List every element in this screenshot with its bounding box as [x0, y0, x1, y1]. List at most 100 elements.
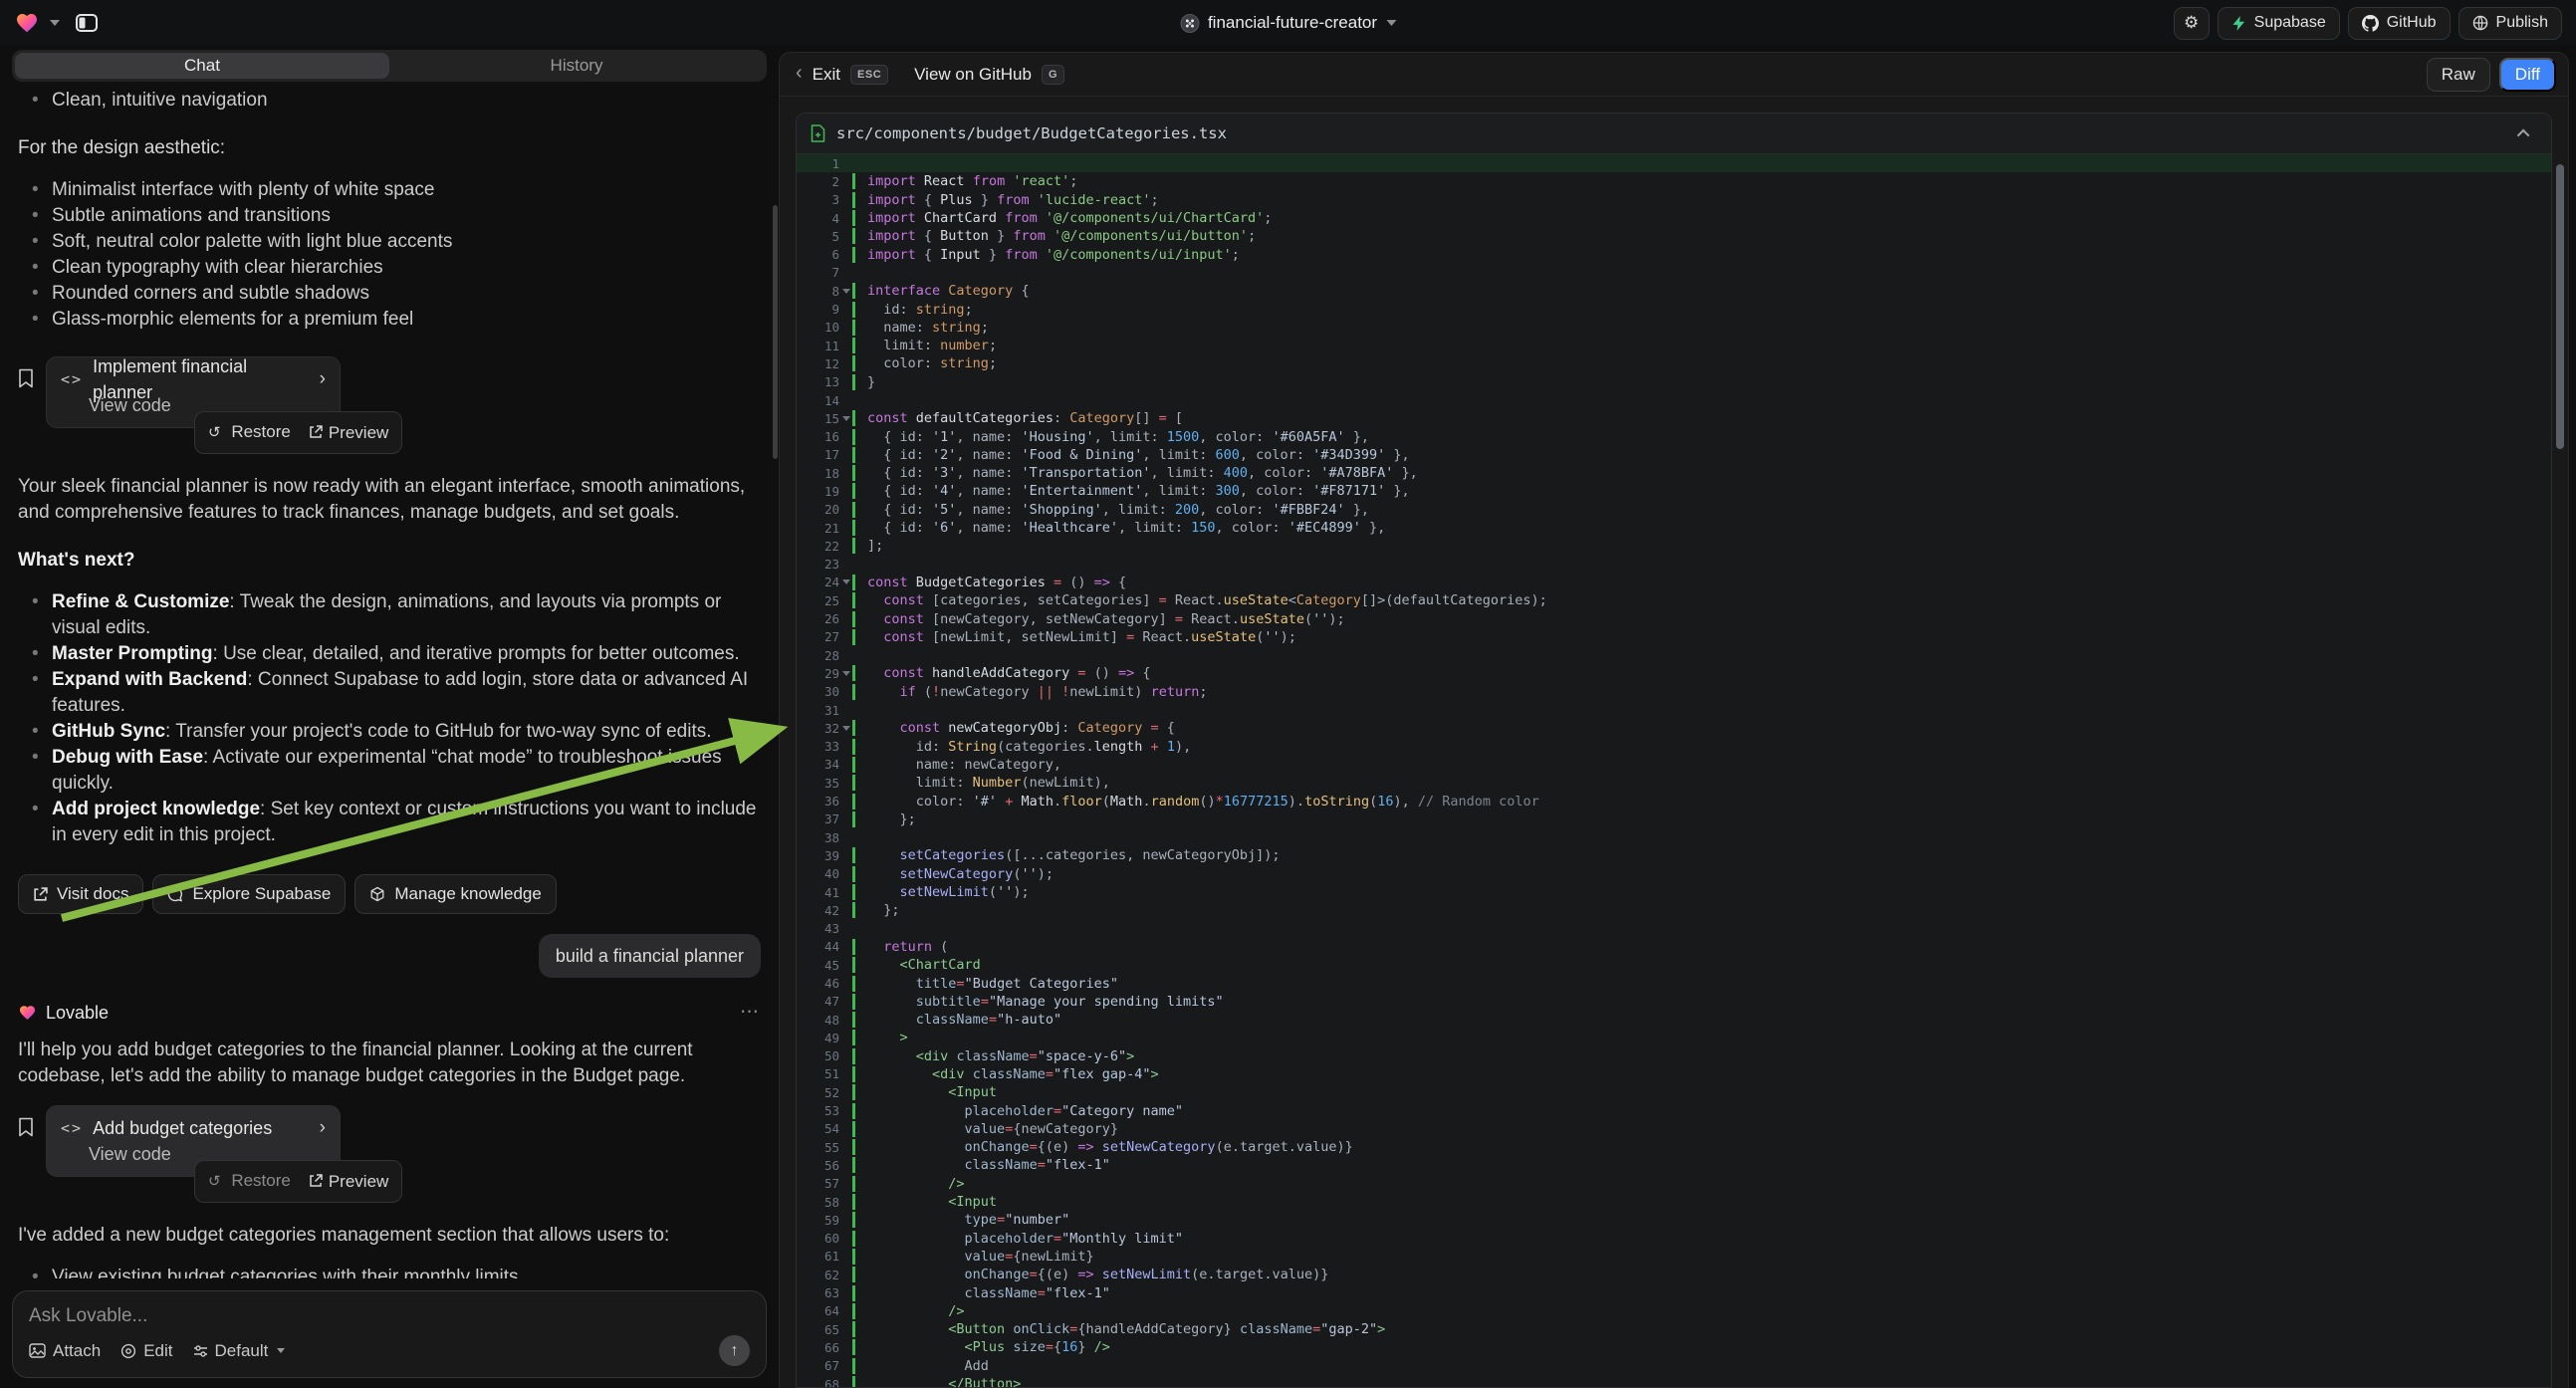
lovable-heart-icon [18, 1004, 37, 1022]
collapse-file-button[interactable] [2511, 120, 2537, 146]
assistant-bullet-list: Clean, intuitive navigation [18, 88, 761, 114]
github-button[interactable]: GitHub [2348, 7, 2451, 40]
list-item: Expand with Backend: Connect Supabase to… [18, 667, 761, 719]
code-line: 36 color: '#' + Math.floor(Math.random()… [797, 792, 2551, 810]
version-card-add-budget-categories[interactable]: <> Add budget categories › View code ↺ R… [46, 1105, 341, 1177]
edit-button[interactable]: Edit [120, 1341, 172, 1361]
target-icon [120, 1343, 136, 1359]
raw-tab[interactable]: Raw [2427, 58, 2490, 92]
github-icon [2362, 15, 2379, 32]
tab-history[interactable]: History [389, 53, 764, 79]
project-icon [1180, 14, 1199, 33]
restore-button[interactable]: ↺ Restore [208, 419, 291, 446]
code-line: 16 { id: '1', name: 'Housing', limit: 15… [797, 427, 2551, 445]
code-line: 38 [797, 828, 2551, 846]
model-selector[interactable]: Default [193, 1341, 286, 1361]
list-item: Rounded corners and subtle shadows [18, 281, 761, 307]
sidebar-toggle-button[interactable] [70, 7, 104, 39]
code-line: 60 placeholder="Monthly limit" [797, 1230, 2551, 1248]
chevron-up-icon [2516, 128, 2529, 141]
code-line: 3import { Plus } from 'lucide-react'; [797, 191, 2551, 209]
code-line: 19 { id: '4', name: 'Entertainment', lim… [797, 482, 2551, 500]
code-line: 8interface Category { [797, 282, 2551, 300]
chevron-right-icon: › [320, 1115, 326, 1141]
code-line: 17 { id: '2', name: 'Food & Dining', lim… [797, 446, 2551, 464]
code-line: 4import ChartCard from '@/components/ui/… [797, 209, 2551, 227]
code-view-panel: ‹ Exit esc View on GitHub G Raw Diff src… [779, 52, 2569, 1388]
message-menu-icon[interactable]: ⋯ [740, 1000, 761, 1026]
chat-scrollbar[interactable] [773, 205, 778, 459]
file-header[interactable]: src/components/budget/BudgetCategories.t… [797, 114, 2551, 154]
manage-knowledge-button[interactable]: Manage knowledge [354, 874, 556, 914]
settings-button[interactable]: ⚙ [2174, 7, 2210, 40]
chevron-left-icon[interactable]: ‹ [796, 62, 803, 85]
app-root: financial-future-creator ⚙ Supabase GitH… [0, 0, 2576, 1388]
code-line: 49 > [797, 1029, 2551, 1046]
tab-chat[interactable]: Chat [15, 53, 389, 79]
code-line: 9 id: string; [797, 300, 2551, 318]
code-line: 46 title="Budget Categories" [797, 974, 2551, 992]
supabase-button[interactable]: Supabase [2218, 7, 2340, 40]
code-line: 37 }; [797, 810, 2551, 828]
code-line: 62 onChange={(e) => setNewLimit(e.target… [797, 1266, 2551, 1283]
exit-button[interactable]: Exit [813, 65, 840, 85]
code-line: 44 return ( [797, 938, 2551, 956]
send-button[interactable]: ↑ [719, 1335, 750, 1366]
code-line: 18 { id: '3', name: 'Transportation', li… [797, 464, 2551, 482]
attach-button[interactable]: Attach [29, 1341, 101, 1361]
code-line: 47 subtitle="Manage your spending limits… [797, 993, 2551, 1011]
list-item: Soft, neutral color palette with light b… [18, 229, 761, 255]
chat-panel: Chat History Clean, intuitive navigation… [0, 46, 779, 1388]
visit-docs-button[interactable]: Visit docs [18, 874, 143, 914]
bookmark-icon[interactable] [18, 368, 34, 388]
version-actions: ↺ Restore Preview [194, 411, 402, 454]
chat-input[interactable]: Ask Lovable... [29, 1305, 750, 1327]
code-line: 27 const [newLimit, setNewLimit] = React… [797, 628, 2551, 646]
list-item: Subtle animations and transitions [18, 203, 761, 229]
code-line: 67 Add [797, 1357, 2551, 1375]
topbar: financial-future-creator ⚙ Supabase GitH… [0, 0, 2576, 46]
code-line: 53 placeholder="Category name" [797, 1101, 2551, 1119]
project-switcher[interactable]: financial-future-creator [1180, 0, 1396, 46]
code-line: 63 className="flex-1" [797, 1283, 2551, 1301]
diff-tab[interactable]: Diff [2499, 58, 2556, 92]
code-line: 7 [797, 264, 2551, 282]
code-line: 66 <Plus size={16} /> [797, 1338, 2551, 1356]
list-item: Master Prompting: Use clear, detailed, a… [18, 641, 761, 667]
publish-button[interactable]: Publish [2459, 7, 2562, 40]
code-line: 23 [797, 556, 2551, 574]
bookmark-icon[interactable] [18, 1117, 34, 1137]
code-line: 10 name: string; [797, 319, 2551, 337]
added-file-icon [811, 124, 825, 142]
code-scrollbar[interactable] [2556, 164, 2564, 449]
assistant-intro: I'll help you add budget categories to t… [18, 1038, 761, 1089]
version-card-title: Add budget categories [93, 1115, 272, 1141]
assistant-quick-actions: Visit docs Explore Supabase Manage knowl… [18, 874, 761, 914]
lovable-logo-icon[interactable] [14, 11, 40, 35]
code-line: 24const BudgetCategories = () => { [797, 574, 2551, 591]
fold-chevron-icon [842, 671, 850, 676]
code-view-header: ‹ Exit esc View on GitHub G Raw Diff [780, 53, 2568, 97]
knowledge-box-icon [369, 886, 385, 902]
preview-button[interactable]: Preview [309, 1169, 388, 1195]
code-icon: <> [61, 1115, 83, 1141]
code-line: 29 const handleAddCategory = () => { [797, 664, 2551, 682]
code-line: 20 { id: '5', name: 'Shopping', limit: 2… [797, 501, 2551, 519]
preview-button[interactable]: Preview [309, 420, 388, 446]
chat-messages[interactable]: Clean, intuitive navigation For the desi… [12, 82, 767, 1278]
version-card-implement-financial-planner[interactable]: <> Implement financial planner › View co… [46, 356, 341, 428]
code-line: 34 name: newCategory, [797, 756, 2551, 774]
view-on-github-button[interactable]: View on GitHub [914, 65, 1032, 85]
restore-button[interactable]: ↺ Restore [208, 1168, 291, 1195]
code-line: 28 [797, 646, 2551, 664]
list-item: Glass-morphic elements for a premium fee… [18, 307, 761, 333]
code-editor[interactable]: 12import React from 'react';3import { Pl… [797, 154, 2551, 1387]
g-key-badge: G [1042, 65, 1064, 85]
assistant-name: Lovable [46, 1000, 109, 1026]
code-line: 11 limit: number; [797, 337, 2551, 354]
explore-supabase-button[interactable]: Explore Supabase [152, 874, 346, 914]
workspace-chevron-down-icon[interactable] [50, 20, 60, 26]
esc-key-badge: esc [850, 65, 888, 85]
list-item: Clean, intuitive navigation [18, 88, 761, 114]
user-message: build a financial planner [539, 934, 761, 978]
